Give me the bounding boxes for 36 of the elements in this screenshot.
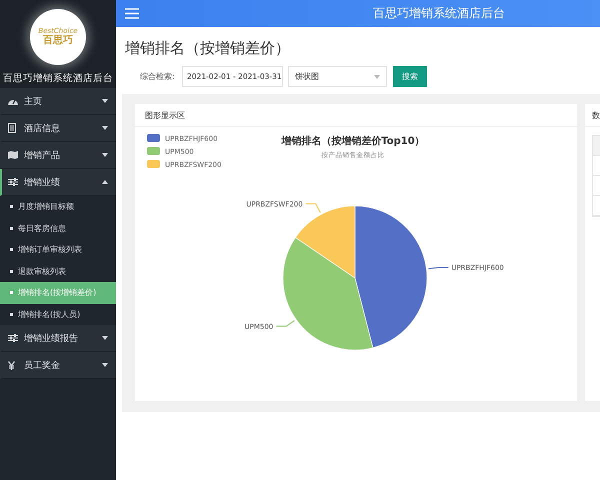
chart-title: 增销排名（按增销差价Top10） <box>281 136 425 147</box>
app-title: 百思巧增销系统酒店后台 <box>3 72 113 85</box>
sidebar-item[interactable]: 员工奖金 <box>0 352 116 379</box>
search-button[interactable]: 搜索 <box>393 66 427 87</box>
header-title: 百思巧增销系统酒店后台 <box>373 5 505 22</box>
map-icon <box>8 151 18 159</box>
page-title: 增销排名（按增销差价） <box>125 39 291 58</box>
caret-icon <box>102 180 108 184</box>
sidebar-item[interactable]: 主页 <box>0 88 116 115</box>
document-icon <box>8 123 16 133</box>
caret-icon <box>102 99 108 103</box>
sidebar-item[interactable]: 增销产品 <box>0 142 116 169</box>
dashboard-icon <box>8 97 18 105</box>
sidebar-subitem[interactable]: 退款审核列表 <box>0 260 116 282</box>
menu-icon[interactable] <box>125 8 139 19</box>
leader-line <box>305 203 321 214</box>
card-title: 数 <box>592 110 600 120</box>
sidebar-subitem[interactable]: 增销订单审核列表 <box>0 239 116 260</box>
sidebar-item[interactable]: 增销业绩 <box>0 169 116 196</box>
leader-line <box>428 266 449 270</box>
caret-icon <box>102 336 108 340</box>
chart-type-select[interactable]: 饼状图 <box>288 66 387 87</box>
sidebar-subitem[interactable]: 每日客房信息 <box>0 218 116 239</box>
sliders-icon <box>8 334 18 342</box>
yen-icon <box>8 360 15 370</box>
search-label: 综合检索: <box>140 71 176 82</box>
sliders-icon <box>8 178 18 186</box>
caret-icon <box>102 126 108 130</box>
sidebar-subitem[interactable]: 月度增销目标额 <box>0 196 116 218</box>
card-title: 图形显示区 <box>145 110 185 120</box>
caret-icon <box>102 153 108 157</box>
sidebar-item[interactable]: 增销业绩报告 <box>0 325 116 352</box>
sidebar-item[interactable]: 酒店信息 <box>0 115 116 142</box>
sidebar-subitem[interactable]: 增销排名(按人员) <box>0 304 116 325</box>
leader-line <box>276 320 295 327</box>
caret-icon <box>102 363 108 367</box>
